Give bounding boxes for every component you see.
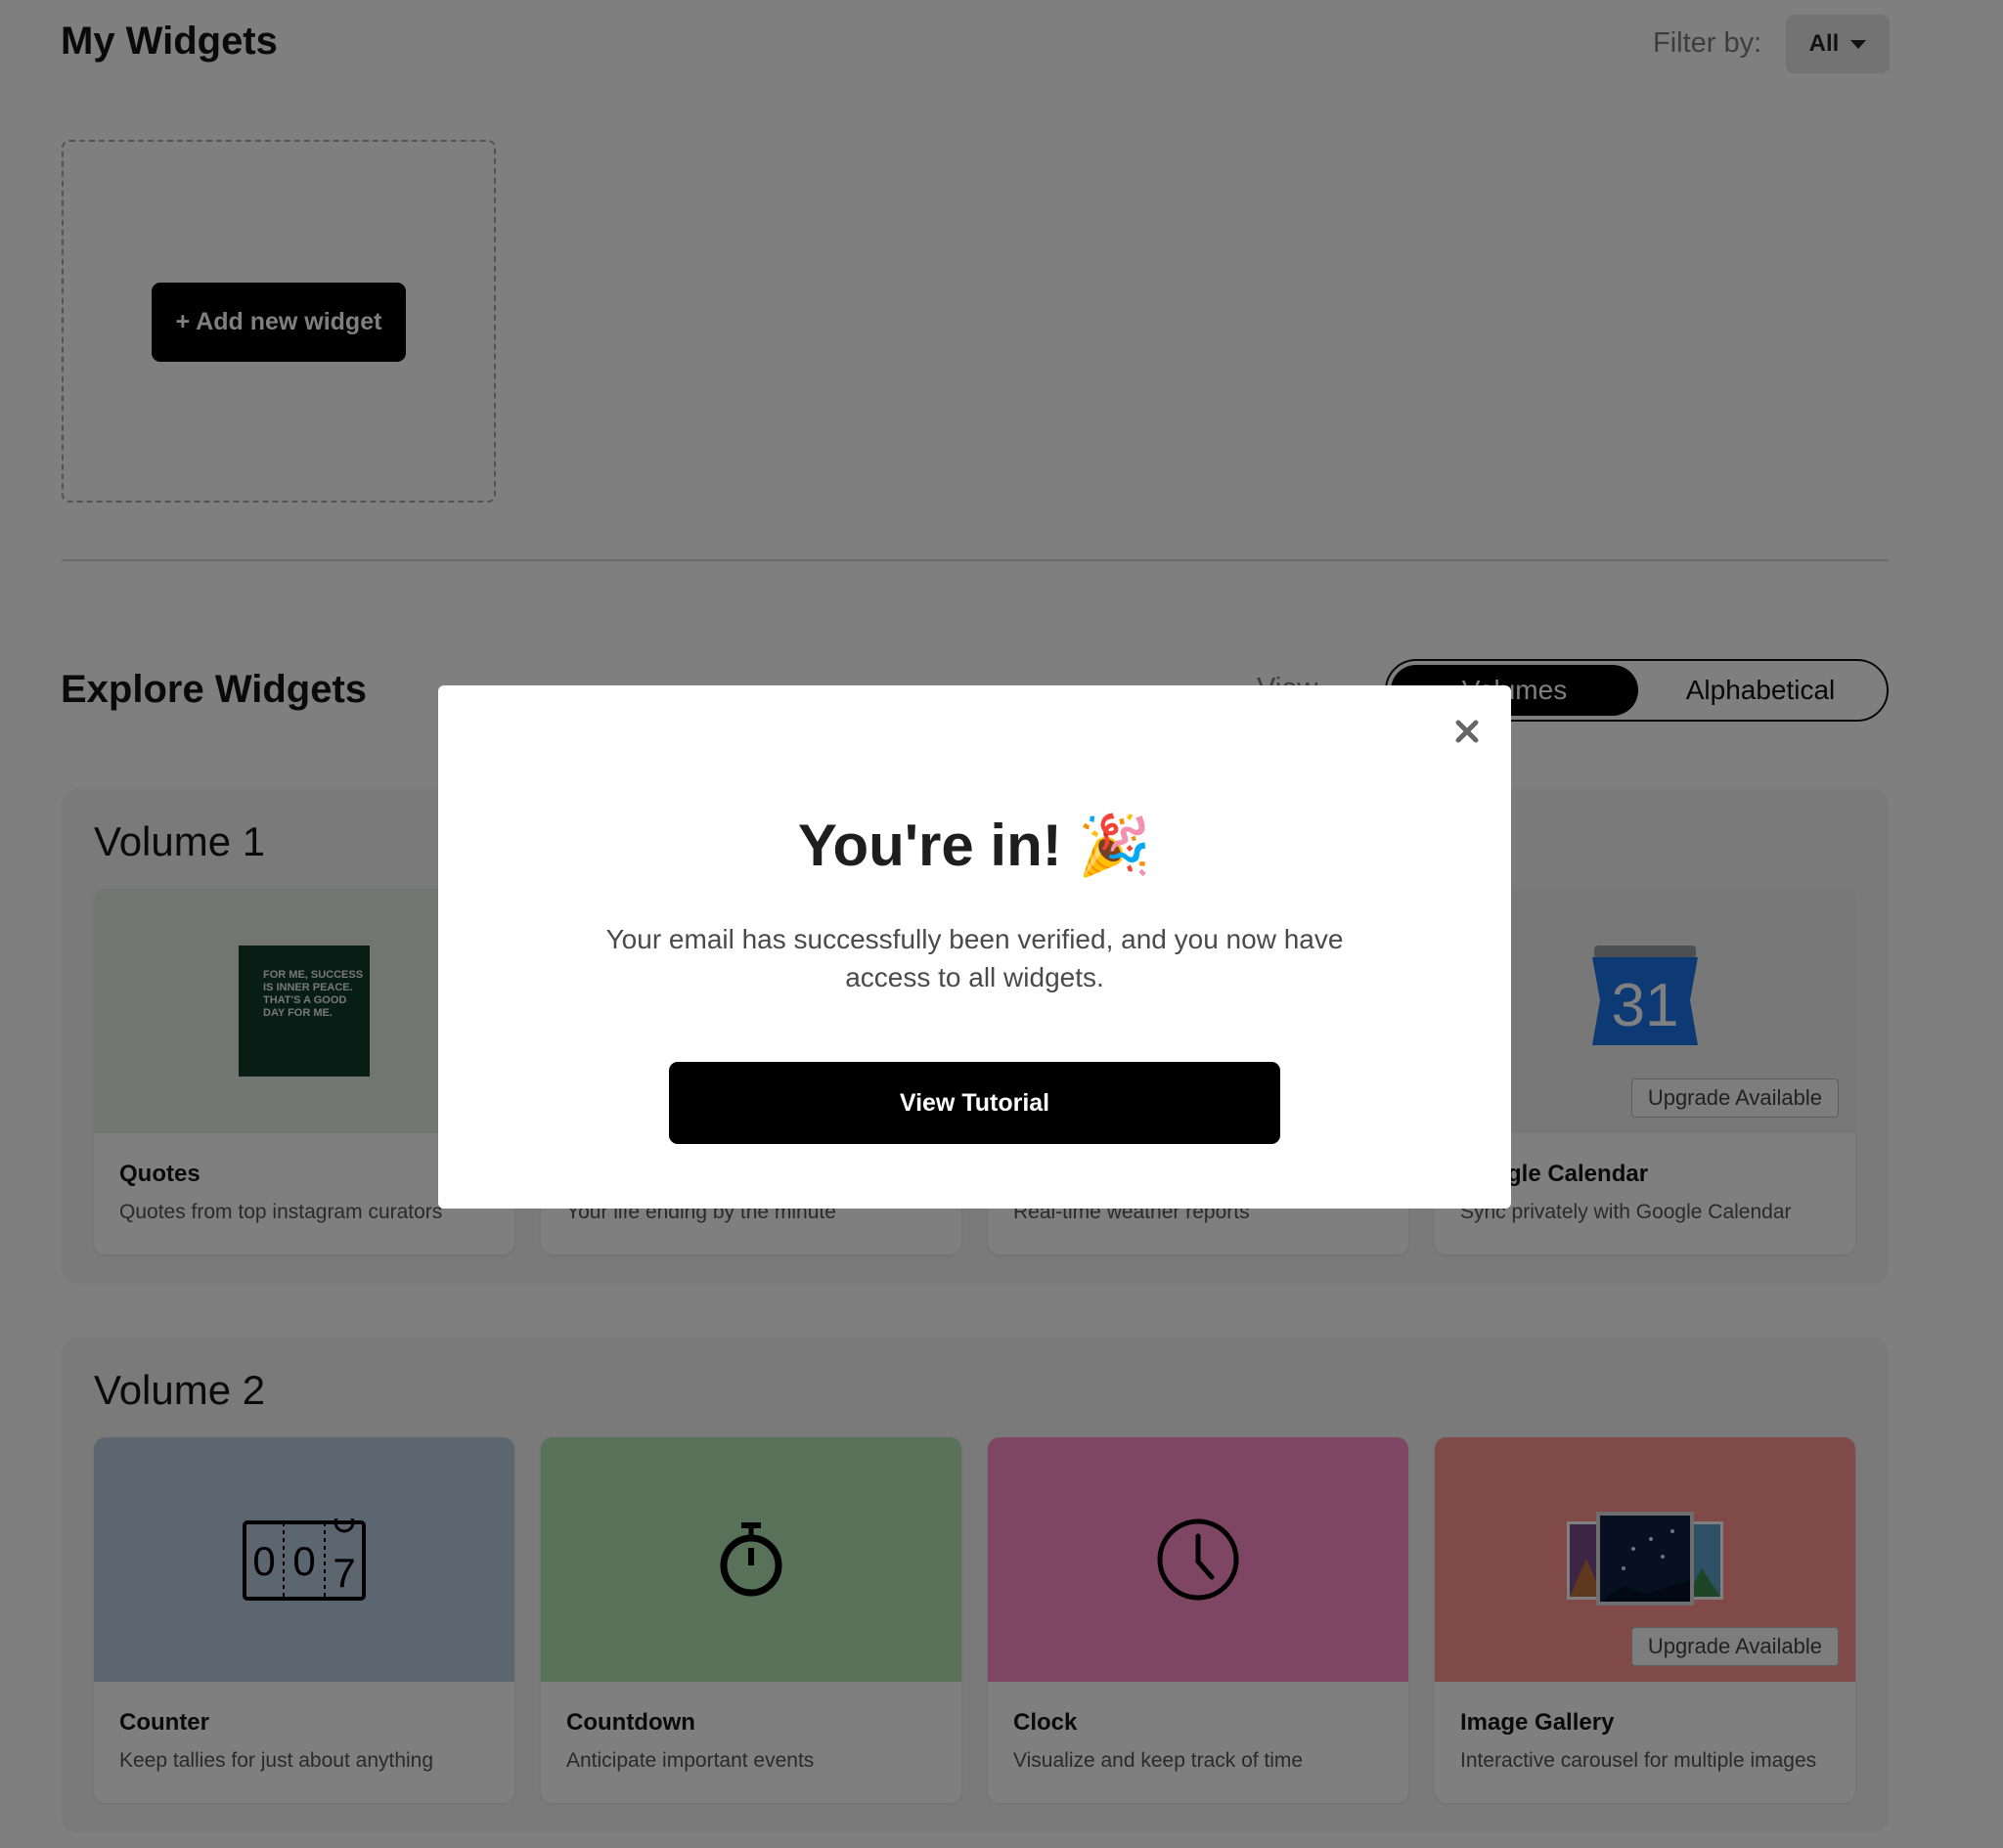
view-tutorial-button[interactable]: View Tutorial xyxy=(669,1062,1280,1144)
close-icon[interactable] xyxy=(1452,717,1482,746)
verification-modal: You're in! 🎉 Your email has successfully… xyxy=(438,685,1511,1209)
page: My Widgets Filter by: All + Add new widg… xyxy=(0,0,2003,1848)
modal-body-text: Your email has successfully been verifie… xyxy=(605,924,1344,992)
modal-title: You're in! 🎉 xyxy=(797,813,1152,878)
